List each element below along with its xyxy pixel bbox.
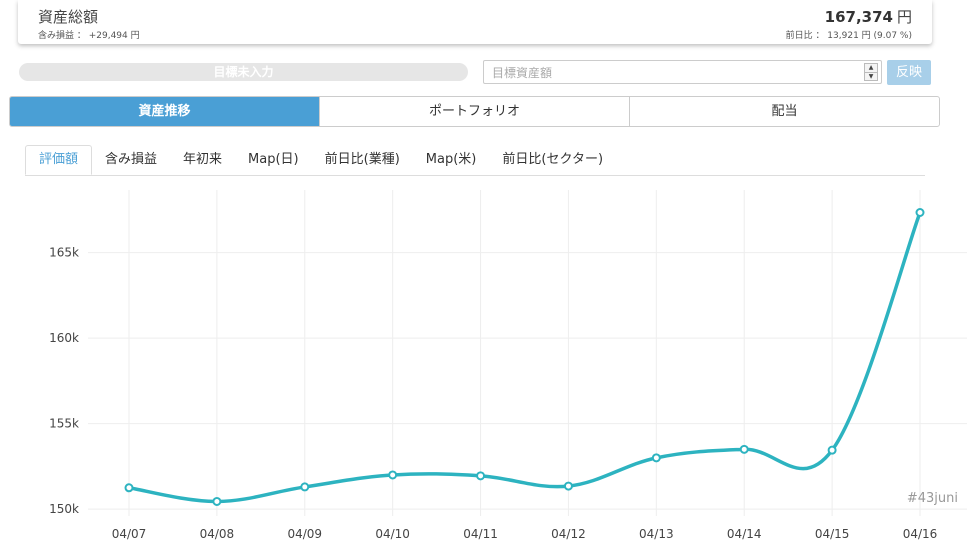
x-tick-label: 04/15 (815, 527, 850, 541)
data-point[interactable] (827, 445, 837, 455)
y-axis: 150k 155k 160k 165k (49, 246, 79, 516)
stepper-up-icon[interactable]: ▲ (865, 64, 877, 73)
stepper-down-icon[interactable]: ▼ (865, 73, 877, 81)
data-point[interactable] (388, 470, 398, 480)
goal-progress-bar: 目標未入力 (19, 63, 468, 81)
goal-input-box: ▲ ▼ (483, 60, 882, 84)
total-assets-value: 167,374 (824, 8, 893, 26)
data-point[interactable] (915, 208, 925, 218)
data-point[interactable] (300, 482, 310, 492)
data-point[interactable] (476, 471, 486, 481)
y-tick-label: 165k (49, 246, 79, 260)
summary-title: 資産総額 (38, 8, 99, 26)
x-tick-label: 04/16 (903, 527, 938, 541)
goal-amount-stepper[interactable]: ▲ ▼ (864, 63, 878, 81)
x-tick-label: 04/12 (551, 527, 586, 541)
data-point[interactable] (212, 496, 222, 506)
series-points (124, 208, 925, 506)
x-tick-label: 04/11 (463, 527, 498, 541)
subtab-ytd[interactable]: 年初来 (170, 145, 235, 175)
reflect-button[interactable]: 反映 (887, 60, 931, 85)
asset-summary-card: 資産総額 含み損益 ： +29,494 円 167,374 円 前日比 ： 13,… (18, 0, 932, 44)
unrealized-gain: 含み損益 ： +29,494 円 (38, 31, 140, 41)
x-tick-label: 04/07 (112, 527, 147, 541)
data-point[interactable] (563, 481, 573, 491)
x-tick-label: 04/09 (287, 527, 322, 541)
subtab-map-us[interactable]: Map(米) (413, 145, 490, 175)
x-axis: 04/07 04/08 04/09 04/10 04/11 04/12 04/13 04/14… (112, 527, 938, 541)
asset-value-chart: 150k155k160k165k 04/07 04/08 04/09 04/10 04/… (49, 190, 967, 541)
total-assets-unit: 円 (896, 8, 912, 26)
tab-asset-history[interactable]: 資産推移 (10, 97, 319, 126)
subtab-valuation[interactable]: 評価額 (25, 145, 93, 175)
chart-grid (88, 190, 967, 516)
chart-sub-tabs: 評価額 含み損益 年初来 Map(日) 前日比(業種) Map(米) 前日比(セ… (25, 145, 925, 176)
subtab-change-industry[interactable]: 前日比(業種) (312, 145, 413, 175)
tab-portfolio[interactable]: ポートフォリオ (319, 97, 629, 126)
goal-progress-text: 目標未入力 (213, 65, 274, 79)
y-tick-label: 155k (49, 417, 79, 431)
subtab-map-daily[interactable]: Map(日) (235, 145, 312, 175)
subtab-change-sector[interactable]: 前日比(セクター) (489, 145, 616, 175)
series-line (127, 210, 922, 504)
tab-dividend[interactable]: 配当 (629, 97, 939, 126)
day-change: 前日比 ： 13,921 円 (9.07 %) (785, 31, 912, 41)
data-point[interactable] (124, 483, 134, 493)
total-assets: 167,374 円 (825, 6, 912, 27)
watermark: #43juni (907, 491, 958, 506)
subtab-unrealized[interactable]: 含み損益 (92, 145, 170, 175)
y-tick-label: 150k (49, 502, 79, 516)
main-tabs: 資産推移 ポートフォリオ 配当 (9, 96, 940, 127)
y-tick-label: 160k (49, 331, 79, 345)
data-point[interactable] (739, 444, 749, 454)
goal-amount-input[interactable] (490, 64, 854, 82)
x-tick-label: 04/10 (375, 527, 410, 541)
data-point[interactable] (651, 453, 661, 463)
x-tick-label: 04/14 (727, 527, 762, 541)
x-tick-label: 04/13 (639, 527, 674, 541)
x-tick-label: 04/08 (200, 527, 235, 541)
